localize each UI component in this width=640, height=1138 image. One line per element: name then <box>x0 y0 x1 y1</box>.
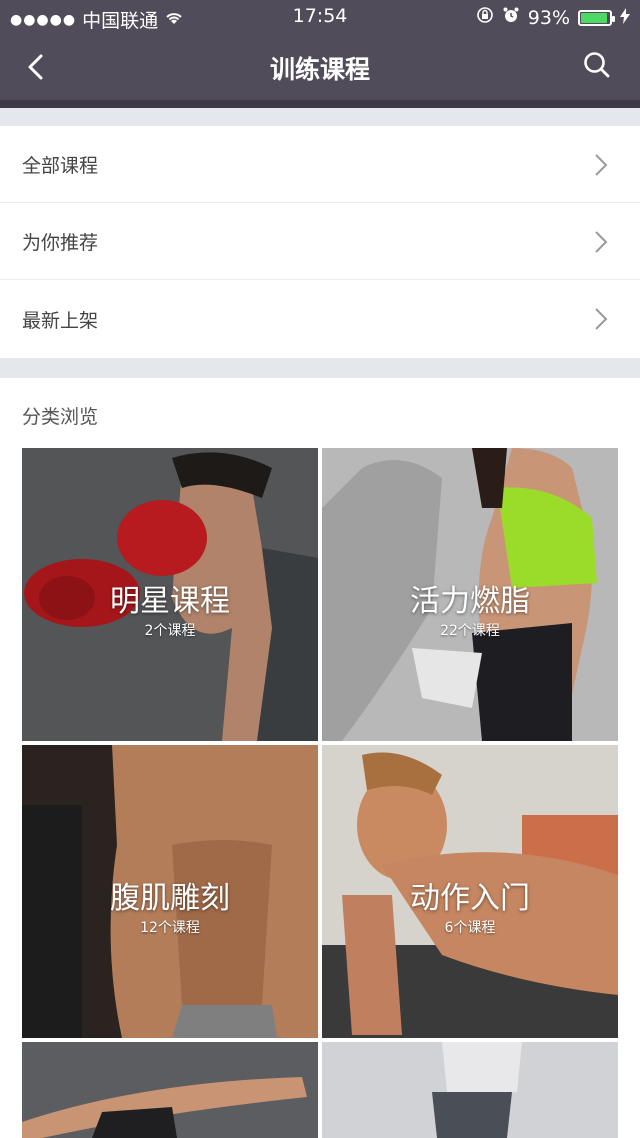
tile-title: 动作入门 <box>410 881 530 916</box>
category-tile-beginner[interactable]: 动作入门 6个课程 <box>322 745 618 1038</box>
category-section: 分类浏览 明星课程 2个课程 活力燃脂 22个课程 腹肌雕刻 12个课程 动作入… <box>0 378 640 1138</box>
category-tile-fat-burn[interactable]: 活力燃脂 22个课程 <box>322 448 618 741</box>
chevron-right-icon <box>595 231 608 253</box>
category-tile-abs[interactable]: 腹肌雕刻 12个课程 <box>22 745 318 1038</box>
search-button[interactable] <box>582 50 612 80</box>
alarm-icon <box>502 6 520 29</box>
charging-icon <box>620 7 630 29</box>
category-tile-star[interactable]: 明星课程 2个课程 <box>22 448 318 741</box>
category-tile-5[interactable] <box>22 1042 318 1138</box>
menu-item-label: 最新上架 <box>22 309 99 332</box>
course-menu: 全部课程 为你推荐 最新上架 <box>0 126 640 358</box>
menu-item-latest[interactable]: 最新上架 <box>0 280 640 358</box>
tile-count: 2个课程 <box>144 623 196 639</box>
tile-title: 明星课程 <box>110 584 230 619</box>
search-icon <box>584 52 610 78</box>
battery-percent: 93% <box>527 6 570 29</box>
section-divider <box>0 358 640 378</box>
section-title: 分类浏览 <box>22 406 99 428</box>
status-right: 93% <box>476 6 630 29</box>
status-bar: ●●●●● 中国联通 17:54 93% <box>0 0 640 34</box>
runner-photo <box>322 1042 618 1138</box>
yoga-photo <box>22 1042 318 1138</box>
battery-icon <box>578 9 615 26</box>
battery-fill <box>581 12 608 23</box>
tile-count: 6个课程 <box>444 920 496 936</box>
category-tile-6[interactable] <box>322 1042 618 1138</box>
rotation-lock-icon <box>476 6 494 29</box>
tile-title: 腹肌雕刻 <box>110 881 230 916</box>
chevron-right-icon <box>595 308 608 330</box>
section-divider <box>0 108 640 126</box>
nav-bar: 训练课程 <box>0 34 640 100</box>
page-title: 训练课程 <box>269 55 370 84</box>
banner-peek <box>0 100 640 108</box>
tile-count: 22个课程 <box>440 623 500 639</box>
menu-item-all-courses[interactable]: 全部课程 <box>0 126 640 203</box>
menu-item-label: 为你推荐 <box>22 231 99 254</box>
tile-title: 活力燃脂 <box>410 584 530 619</box>
menu-item-label: 全部课程 <box>22 154 99 177</box>
top-bar: ●●●●● 中国联通 17:54 93% 训练课程 <box>0 0 640 100</box>
menu-item-recommended[interactable]: 为你推荐 <box>0 203 640 280</box>
tile-count: 12个课程 <box>140 920 200 936</box>
chevron-right-icon <box>595 154 608 176</box>
